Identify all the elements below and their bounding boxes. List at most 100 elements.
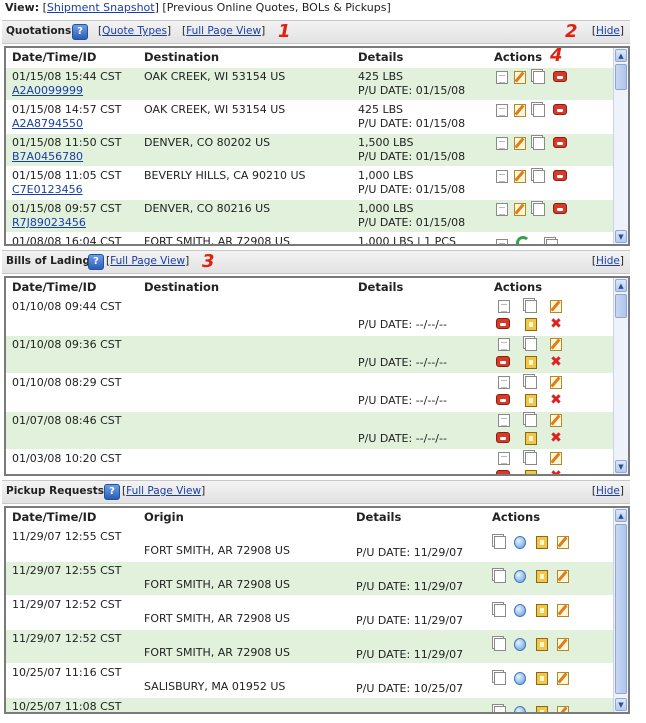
bols-hide-link[interactable]: Hide [596,255,620,267]
copy-icon[interactable] [494,604,506,617]
globe-icon[interactable] [514,536,526,549]
phone-icon[interactable] [496,318,510,329]
clipboard-icon[interactable] [536,604,548,617]
shipment-snapshot-link[interactable]: Shipment Snapshot [47,1,155,14]
phone-icon[interactable] [496,470,510,474]
quote-id-link[interactable]: C7E0123456 [12,183,83,196]
globe-icon[interactable] [514,638,526,651]
phone-icon[interactable] [496,394,510,405]
copy-icon[interactable] [525,300,537,313]
help-icon[interactable]: ? [72,24,88,40]
clipboard-icon[interactable] [525,394,537,407]
scroll-thumb[interactable] [615,294,627,318]
delete-icon[interactable]: ✖ [550,469,562,474]
document-icon[interactable] [498,376,510,389]
edit-icon[interactable] [550,414,562,427]
edit-icon[interactable] [514,203,526,216]
globe-icon[interactable] [514,672,526,685]
copy-icon[interactable] [533,104,545,117]
scroll-down-icon[interactable]: ▼ [615,698,627,711]
copy-icon[interactable] [525,452,537,465]
bols-full-page-link[interactable]: Full Page View [110,255,185,267]
phone-icon[interactable] [553,203,567,214]
edit-icon[interactable] [557,570,569,583]
edit-icon[interactable] [514,71,526,84]
delete-icon[interactable]: ✖ [550,393,562,407]
delete-icon[interactable]: ✖ [550,431,562,445]
copy-icon[interactable] [494,536,506,549]
quote-id-link[interactable]: A2A0099999 [12,84,83,97]
quote-id-link[interactable]: R7J89023456 [12,216,86,229]
scroll-up-icon[interactable]: ▲ [615,49,627,62]
copy-icon[interactable] [525,338,537,351]
copy-icon[interactable] [533,203,545,216]
copy-icon[interactable] [494,638,506,651]
edit-icon[interactable] [557,706,569,712]
edit-icon[interactable] [557,536,569,549]
scroll-thumb[interactable] [615,64,627,90]
edit-icon[interactable] [514,137,526,150]
edit-icon[interactable] [557,604,569,617]
quote-id-link[interactable]: B7A0456780 [12,150,83,163]
edit-icon[interactable] [550,300,562,313]
clipboard-icon[interactable] [536,672,548,685]
edit-icon[interactable] [557,672,569,685]
clipboard-icon[interactable] [525,470,537,474]
phone-icon[interactable] [496,432,510,443]
phone-icon[interactable] [553,104,567,115]
edit-icon[interactable] [550,452,562,465]
edit-icon[interactable] [514,104,526,117]
copy-icon[interactable] [533,170,545,183]
edit-icon[interactable] [550,338,562,351]
quotations-hide-link[interactable]: Hide [596,25,620,37]
scroll-up-icon[interactable]: ▲ [615,279,627,292]
edit-icon[interactable] [550,376,562,389]
pickups-scrollbar[interactable]: ▲ ▼ [613,508,628,712]
copy-icon[interactable] [525,414,537,427]
quotations-full-page-link[interactable]: Full Page View [186,25,261,37]
copy-icon[interactable] [494,570,506,583]
bols-scrollbar[interactable]: ▲ ▼ [613,278,628,474]
edit-icon[interactable] [514,170,526,183]
help-icon[interactable]: ? [88,254,104,270]
pickups-full-page-link[interactable]: Full Page View [126,485,201,497]
clipboard-icon[interactable] [536,706,548,712]
clipboard-icon[interactable] [536,536,548,549]
document-icon[interactable] [496,239,508,244]
document-icon[interactable] [496,71,508,84]
phone-icon[interactable] [553,137,567,148]
edit-icon[interactable] [557,638,569,651]
document-icon[interactable] [498,300,510,313]
quote-id-link[interactable]: A2A8794550 [12,117,83,130]
scroll-down-icon[interactable]: ▼ [615,230,627,243]
copy-icon[interactable] [525,376,537,389]
delete-icon[interactable]: ✖ [550,317,562,331]
phone-icon[interactable] [553,170,567,181]
document-icon[interactable] [498,452,510,465]
copy-icon[interactable] [494,672,506,685]
clipboard-icon[interactable] [525,432,537,445]
document-icon[interactable] [496,203,508,216]
copy-icon[interactable] [546,239,558,244]
quotations-scrollbar[interactable]: ▲ ▼ [613,48,628,244]
scroll-down-icon[interactable]: ▼ [615,460,627,473]
globe-icon[interactable] [514,604,526,617]
phone-icon[interactable] [553,71,567,82]
copy-icon[interactable] [533,137,545,150]
globe-icon[interactable] [514,570,526,583]
help-icon[interactable]: ? [104,484,120,500]
scroll-thumb[interactable] [615,524,627,694]
pickups-hide-link[interactable]: Hide [596,485,620,497]
clipboard-icon[interactable] [525,318,537,331]
globe-icon[interactable] [514,706,526,712]
delete-icon[interactable]: ✖ [550,355,562,369]
scroll-up-icon[interactable]: ▲ [615,509,627,522]
clipboard-icon[interactable] [525,356,537,369]
clipboard-icon[interactable] [536,570,548,583]
clipboard-icon[interactable] [536,638,548,651]
copy-icon[interactable] [494,706,506,712]
document-icon[interactable] [496,137,508,150]
document-icon[interactable] [496,170,508,183]
document-icon[interactable] [496,104,508,117]
document-icon[interactable] [498,414,510,427]
